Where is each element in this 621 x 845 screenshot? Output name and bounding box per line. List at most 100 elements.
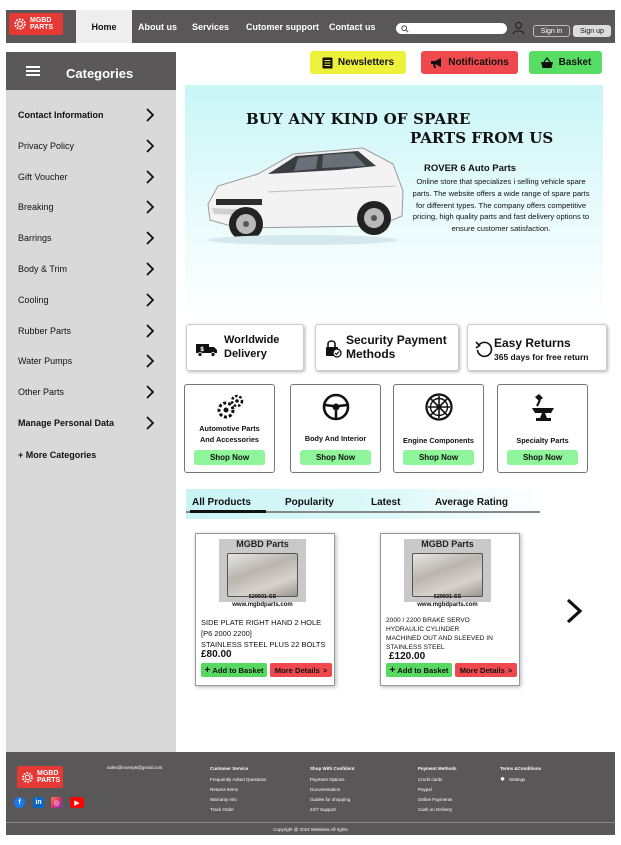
worldwide-delivery-text: Worldwide Delivery xyxy=(224,334,280,360)
user-account-icon[interactable] xyxy=(512,21,525,35)
plus-icon: + xyxy=(389,664,396,676)
category-label: Engine Components xyxy=(403,436,474,445)
category-card-automotive-parts[interactable]: Automotive Parts And Accessories Shop No… xyxy=(184,384,275,473)
linkedin-icon[interactable]: in xyxy=(33,797,44,808)
product-image[interactable]: MGBD Parts 529931-SS www.mgbdparts.com xyxy=(404,539,491,609)
basket-button[interactable]: Basket xyxy=(529,51,602,74)
suv-car-image xyxy=(207,147,404,245)
svg-text:$: $ xyxy=(200,346,204,353)
tab-latest[interactable]: Latest xyxy=(371,497,400,508)
tab-popularity[interactable]: Popularity xyxy=(285,497,334,508)
footer-link[interactable]: 24/7 Support xyxy=(310,805,354,815)
brand-logo[interactable]: MGBD PARTS xyxy=(9,13,63,35)
easy-returns-title: Easy Returns xyxy=(494,336,571,350)
sidebar-category-item[interactable]: Rubber Parts xyxy=(18,323,158,339)
tab-average-rating[interactable]: Average Rating xyxy=(435,497,508,508)
add-to-basket-button[interactable]: + Add to Basket xyxy=(201,663,267,677)
product-card: MGBD Parts 529931-SS www.mgbdparts.com S… xyxy=(195,533,335,686)
product-card: MGBD Parts 529931-SS www.mgbdparts.com 2… xyxy=(380,533,520,686)
shop-now-button[interactable]: Shop Now xyxy=(300,450,371,465)
sidebar-category-item[interactable]: Water Pumps xyxy=(18,353,158,369)
footer-link[interactable]: Paypal xyxy=(418,785,457,795)
footer-settings-link[interactable]: ✹ Settings xyxy=(500,775,541,785)
category-card-body-interior[interactable]: Body And Interior Shop Now xyxy=(290,384,381,473)
more-details-button[interactable]: More Details > xyxy=(270,663,332,677)
sidebar-category-item[interactable]: Barrings xyxy=(18,230,158,246)
footer-link[interactable]: Payment Options xyxy=(310,775,354,785)
sidebar-category-label: Manage Personal Data xyxy=(18,418,115,428)
footer-link[interactable]: Frequently Asked Questions xyxy=(210,775,266,785)
search-icon xyxy=(401,25,409,33)
sign-in-button[interactable]: Sign in xyxy=(533,25,570,37)
sidebar-category-item[interactable]: Contact Information xyxy=(18,107,158,123)
anvil-hammer-icon xyxy=(531,394,554,421)
newsletters-button[interactable]: Newsletters xyxy=(310,51,406,74)
sidebar-category-label: Privacy Policy xyxy=(18,140,75,151)
more-details-button[interactable]: More Details > xyxy=(455,663,517,677)
footer-link[interactable]: Online Payments xyxy=(418,795,457,805)
sidebar-category-label: Water Pumps xyxy=(18,356,73,367)
search-input[interactable] xyxy=(396,23,507,34)
product-title: 2000 / 2200 BRAKE SERVO HYDRAULIC CYLIND… xyxy=(386,617,493,651)
more-categories-link[interactable]: + More Categories xyxy=(18,447,158,463)
category-label: Automotive Parts And Accessories xyxy=(199,424,260,444)
sidebar-category-label: Breaking xyxy=(18,202,54,213)
footer-link[interactable]: Warranty Info xyxy=(210,795,266,805)
carousel-next-arrow-icon[interactable] xyxy=(565,598,583,624)
footer-column-shop-confident: Shop With Confident Payment Options Docu… xyxy=(310,764,354,815)
active-tab-indicator xyxy=(190,510,266,513)
shop-now-button[interactable]: Shop Now xyxy=(194,450,265,465)
sidebar-category-item[interactable]: Manage Personal Data xyxy=(18,415,158,431)
footer-email[interactable]: sales@roverp6@gmail.com xyxy=(107,765,162,770)
delivery-truck-icon: $ xyxy=(196,344,217,357)
youtube-icon[interactable]: ▶ xyxy=(70,797,84,808)
footer-column-customer-service: Customer Service Frequently Asked Questi… xyxy=(210,764,266,815)
nav-contact-us[interactable]: Contact us xyxy=(329,10,376,43)
notification-megaphone-icon xyxy=(431,57,442,68)
footer-link[interactable]: Guides for shopping xyxy=(310,795,354,805)
product-price: £120.00 xyxy=(389,651,426,662)
footer-link[interactable]: Credit cards xyxy=(418,775,457,785)
category-card-specialty-parts[interactable]: Specialty Parts Shop Now xyxy=(497,384,588,473)
feature-easy-returns: Easy Returns 365 days for free return xyxy=(467,324,607,371)
category-card-engine-components[interactable]: Engine Components Shop Now xyxy=(393,384,484,473)
footer-logo-text: MGBD PARTS xyxy=(37,770,61,784)
tab-all-products[interactable]: All Products xyxy=(192,497,251,508)
shop-now-button[interactable]: Shop Now xyxy=(403,450,474,465)
nav-home[interactable]: Home xyxy=(76,10,132,43)
footer-link[interactable]: Documentation xyxy=(310,785,354,795)
sidebar-category-item[interactable]: Gift Voucher xyxy=(18,169,158,185)
categories-title: Categories xyxy=(66,66,134,81)
shop-now-button[interactable]: Shop Now xyxy=(507,450,578,465)
add-to-basket-button[interactable]: + Add to Basket xyxy=(386,663,452,677)
footer-brand-logo[interactable]: MGBD PARTS xyxy=(17,766,63,788)
facebook-icon[interactable]: f xyxy=(14,797,25,808)
instagram-icon[interactable]: ◎ xyxy=(51,797,62,808)
footer-column-payment-methods: Payment Methods Credit cards Paypal Onli… xyxy=(418,764,457,815)
product-image[interactable]: MGBD Parts 529931-SS www.mgbdparts.com xyxy=(219,539,306,609)
feature-worldwide-delivery: $ Worldwide Delivery xyxy=(186,324,304,371)
sidebar-category-item[interactable]: Breaking xyxy=(18,199,158,215)
steering-wheel-icon xyxy=(322,393,349,421)
hero-headline-line-1: BUY ANY KIND OF SPARE xyxy=(246,110,471,128)
footer-link[interactable]: Cash on Delivery xyxy=(418,805,457,815)
sidebar-category-item[interactable]: Cooling xyxy=(18,292,158,308)
product-price: £80.00 xyxy=(201,649,232,660)
nav-services[interactable]: Services xyxy=(192,10,229,43)
notifications-label: Notifications xyxy=(448,57,509,68)
footer-link[interactable]: Track Order xyxy=(210,805,266,815)
nav-about-us[interactable]: About us xyxy=(138,10,177,43)
nav-customer-support[interactable]: Cutomer support xyxy=(246,10,319,43)
chevron-right-icon: > xyxy=(322,665,328,675)
hero-subtitle: ROVER 6 Auto Parts xyxy=(424,163,517,174)
sidebar-category-item[interactable]: Privacy Policy xyxy=(18,138,158,154)
footer-link[interactable]: Returns Items xyxy=(210,785,266,795)
sign-up-button[interactable]: Sign up xyxy=(573,25,611,37)
notifications-button[interactable]: Notifications xyxy=(421,51,518,74)
chevron-right-icon: > xyxy=(507,665,513,675)
sidebar-category-label: Gift Voucher xyxy=(18,171,68,182)
hamburger-menu-icon[interactable] xyxy=(26,66,40,76)
sidebar-category-item[interactable]: Body & Trim xyxy=(18,261,158,277)
product-title: SIDE PLATE RIGHT HAND 2 HOLE [P6 2000 22… xyxy=(201,618,326,649)
sidebar-category-item[interactable]: Other Parts xyxy=(18,384,158,400)
